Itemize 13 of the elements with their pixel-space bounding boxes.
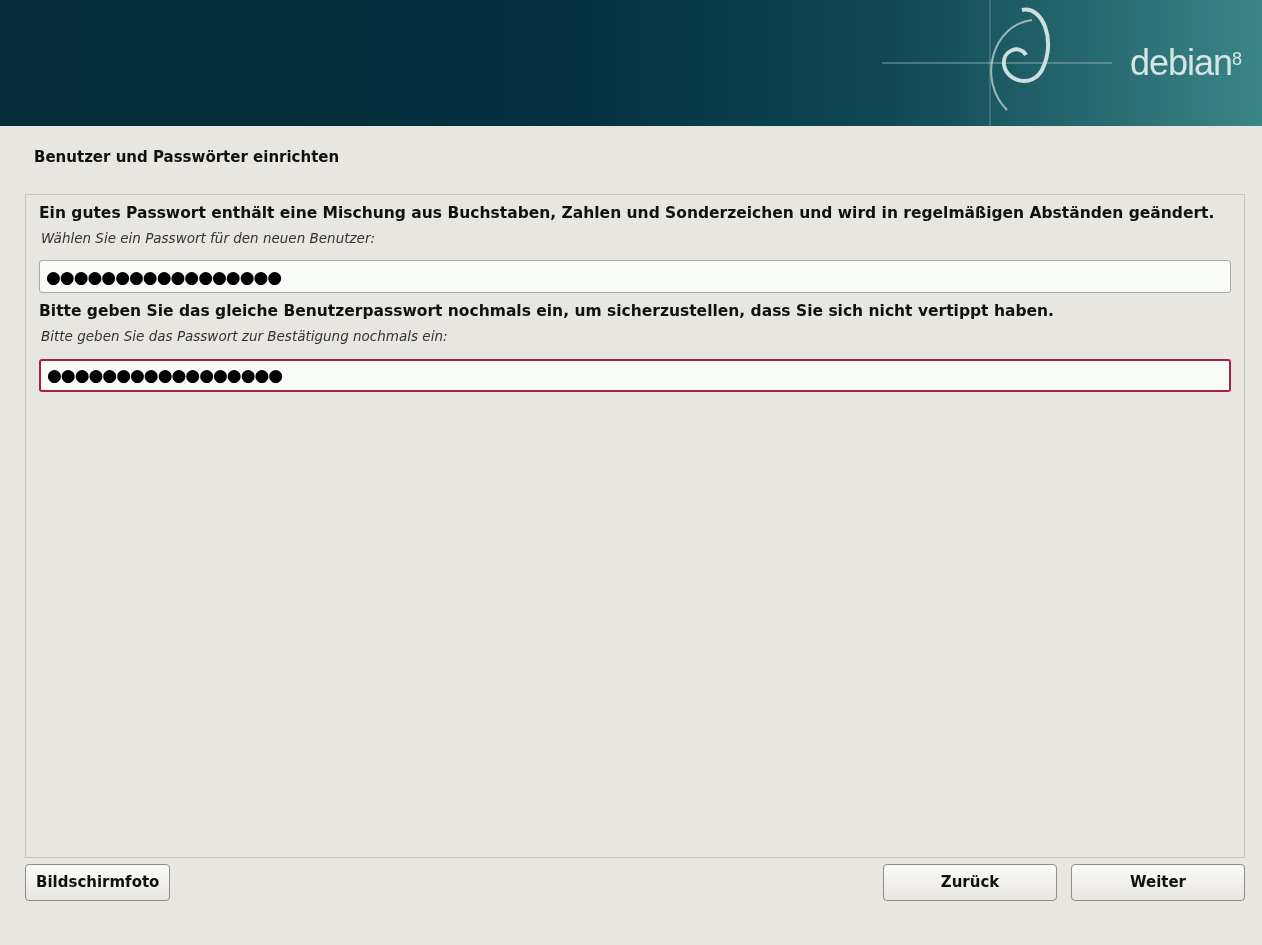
password-field[interactable]: ●●●●●●●●●●●●●●●●●	[39, 260, 1231, 294]
nav-button[interactable]: Bildschirmfoto	[25, 864, 171, 901]
description-text: Ein gutes Passwort enthält eine Mischung aus Buchstaben, Zahlen und Sonderzeichen und wird in regelmäßigen Abständen geändert.	[39, 205, 1216, 222]
logo-text: debian	[1129, 42, 1232, 83]
password-field[interactable]: ●●●●●●●●●●●●●●●●●	[39, 358, 1231, 392]
field-prompt: Bitte geben Sie das Passwort zur Bestätigung nochmals ein:	[41, 327, 449, 347]
step-title: Benutzer und Passwörter einrichten	[33, 147, 341, 168]
description-text: Bitte geben Sie das gleiche Benutzerpasswort nochmals ein, um sicherzustellen, dass Sie sich nicht vertippt haben.	[39, 303, 1055, 321]
field-prompt: Wählen Sie ein Passwort für den neuen Benutzer:	[41, 229, 376, 248]
nav-button[interactable]: Zurück	[883, 864, 1057, 901]
swirl-logo-icon	[881, 0, 1112, 126]
nav-button[interactable]: Weiter	[1071, 864, 1245, 901]
version-number: 8	[1232, 49, 1242, 69]
